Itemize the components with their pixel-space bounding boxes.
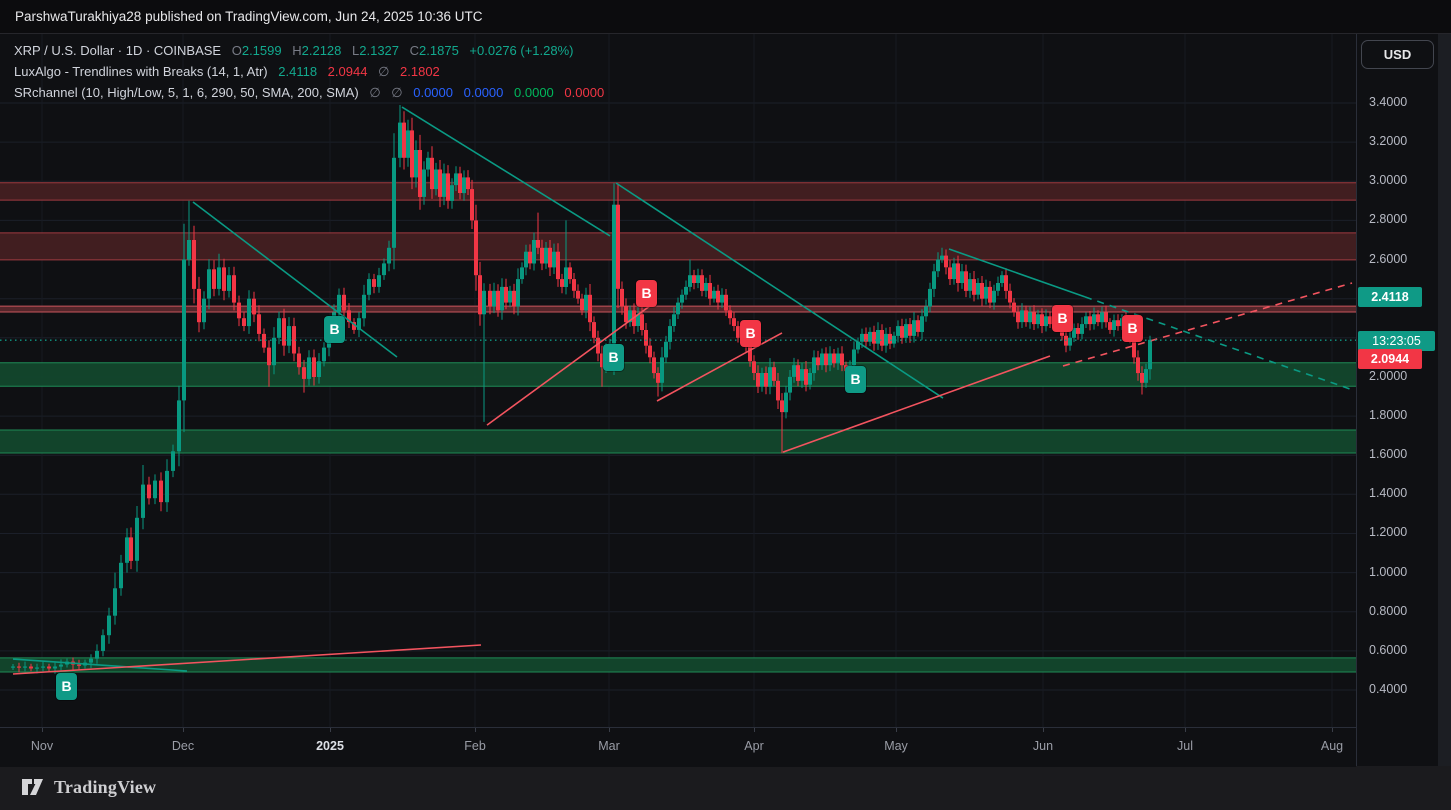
low-value: 2.1327 xyxy=(359,43,399,58)
empty-set-symbol: ∅ xyxy=(378,64,389,79)
high-label: H xyxy=(292,43,301,58)
price-axis-label: 0.6000 xyxy=(1369,643,1407,657)
time-axis-label: Nov xyxy=(31,739,53,753)
time-axis-label: 2025 xyxy=(316,739,344,753)
price-axis-label: 0.4000 xyxy=(1369,682,1407,696)
time-axis-label: Aug xyxy=(1321,739,1343,753)
break-badge: B xyxy=(1052,305,1073,332)
tradingview-logo-icon xyxy=(21,776,45,798)
tradingview-wordmark: TradingView xyxy=(54,777,156,798)
time-axis-tick xyxy=(1043,728,1044,732)
time-axis-tick xyxy=(475,728,476,732)
mid-value: 2.1802 xyxy=(400,64,440,79)
break-badge: B xyxy=(324,316,345,343)
break-badge: B xyxy=(1122,315,1143,342)
symbol-title: XRP / U.S. Dollar · 1D · COINBASE xyxy=(14,43,221,58)
price-axis-label: 0.8000 xyxy=(1369,604,1407,618)
indicator-name: LuxAlgo - Trendlines with Breaks (14, 1,… xyxy=(14,64,268,79)
legend: XRP / U.S. Dollar · 1D · COINBASE O2.159… xyxy=(14,40,604,103)
price-axis-label: 2.8000 xyxy=(1369,212,1407,226)
price-axis-label: 1.8000 xyxy=(1369,408,1407,422)
break-badge: B xyxy=(740,320,761,347)
break-badge: B xyxy=(845,366,866,393)
time-axis-label: Jun xyxy=(1033,739,1053,753)
chart-canvas[interactable] xyxy=(0,34,1451,727)
time-axis-tick xyxy=(896,728,897,732)
sr-value-3: 0.0000 xyxy=(514,85,554,100)
price-axis-label: 3.4000 xyxy=(1369,95,1407,109)
time-axis-tick xyxy=(42,728,43,732)
empty-set-symbol: ∅ xyxy=(391,85,402,100)
break-badge: B xyxy=(636,280,657,307)
time-axis-label: Mar xyxy=(598,739,620,753)
legend-indicator-row-srchannel[interactable]: SRchannel (10, High/Low, 5, 1, 6, 290, 5… xyxy=(14,82,604,103)
time-axis-tick xyxy=(330,728,331,732)
price-axis-label: 2.6000 xyxy=(1369,252,1407,266)
currency-toggle-button[interactable]: USD xyxy=(1361,40,1434,69)
countdown-tag: 13:23:05 xyxy=(1358,331,1435,351)
time-axis-label: May xyxy=(884,739,908,753)
close-label: C xyxy=(410,43,419,58)
snapshot-header: ParshwaTurakhiya28 published on TradingV… xyxy=(0,0,1451,34)
bottom-brand-bar: TradingView xyxy=(0,766,1451,810)
time-axis[interactable]: Nov Dec 2025 Feb Mar Apr May Jun Jul Aug xyxy=(0,727,1356,767)
upper-trendline-value: 2.4118 xyxy=(278,64,317,79)
time-axis-label: Dec xyxy=(172,739,194,753)
price-axis-label: 1.6000 xyxy=(1369,447,1407,461)
close-value: 2.1875 xyxy=(419,43,459,58)
high-value: 2.2128 xyxy=(302,43,342,58)
price-axis-label: 1.2000 xyxy=(1369,525,1407,539)
price-axis[interactable]: 3.4000 3.2000 3.0000 2.8000 2.6000 2.0000 1.80… xyxy=(1356,34,1451,766)
indicator-name: SRchannel (10, High/Low, 5, 1, 6, 290, 5… xyxy=(14,85,359,100)
price-axis-label: 1.0000 xyxy=(1369,565,1407,579)
open-value: 2.1599 xyxy=(242,43,282,58)
time-axis-label: Jul xyxy=(1177,739,1193,753)
price-axis-label: 3.0000 xyxy=(1369,173,1407,187)
sr-value-2: 0.0000 xyxy=(464,85,504,100)
time-axis-tick xyxy=(1185,728,1186,732)
legend-symbol-row[interactable]: XRP / U.S. Dollar · 1D · COINBASE O2.159… xyxy=(14,40,604,61)
lower-trendline-value: 2.0944 xyxy=(328,64,368,79)
price-axis-label: 1.4000 xyxy=(1369,486,1407,500)
price-tag: 2.4118 xyxy=(1358,287,1422,307)
time-axis-tick xyxy=(183,728,184,732)
legend-indicator-row-luxalgo[interactable]: LuxAlgo - Trendlines with Breaks (14, 1,… xyxy=(14,61,604,82)
time-axis-label: Apr xyxy=(744,739,763,753)
sr-value-4: 0.0000 xyxy=(564,85,604,100)
axis-gutter xyxy=(1438,34,1451,766)
tradingview-snapshot: ParshwaTurakhiya28 published on TradingV… xyxy=(0,0,1451,810)
break-badge: B xyxy=(56,673,77,700)
sr-value-1: 0.0000 xyxy=(413,85,453,100)
empty-set-symbol: ∅ xyxy=(369,85,380,100)
time-axis-label: Feb xyxy=(464,739,486,753)
price-tag: 2.0944 xyxy=(1358,349,1422,369)
time-axis-tick xyxy=(609,728,610,732)
time-axis-tick xyxy=(1332,728,1333,732)
open-label: O xyxy=(232,43,242,58)
price-axis-label: 2.0000 xyxy=(1369,369,1407,383)
change-value: +0.0276 (+1.28%) xyxy=(469,43,573,58)
header-text: ParshwaTurakhiya28 published on TradingV… xyxy=(15,9,483,24)
price-axis-label: 3.2000 xyxy=(1369,134,1407,148)
time-axis-tick xyxy=(754,728,755,732)
break-badge: B xyxy=(603,344,624,371)
